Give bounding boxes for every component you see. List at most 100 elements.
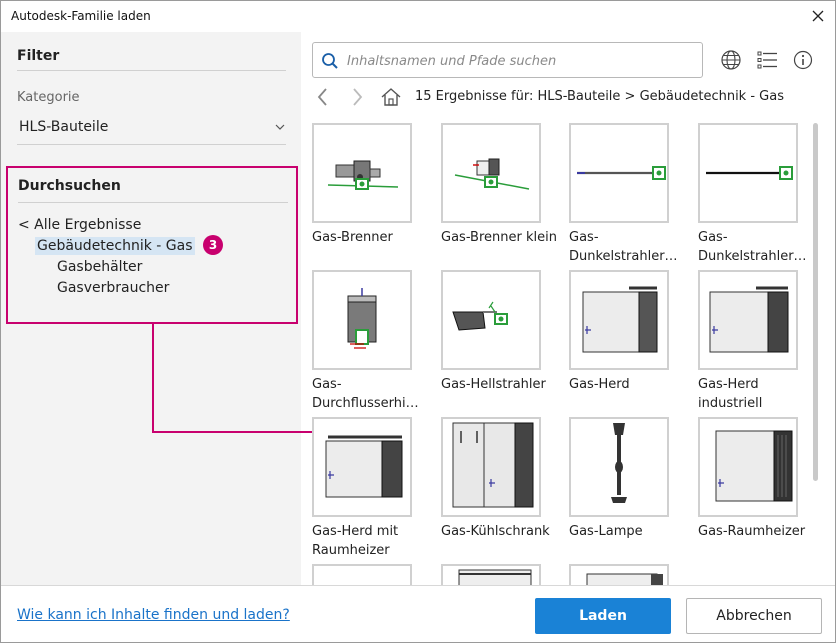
info-button[interactable] (791, 48, 815, 72)
load-button[interactable]: Laden (535, 598, 671, 634)
divider (17, 144, 286, 145)
result-tile[interactable] (569, 564, 689, 585)
result-thumbnail (312, 270, 412, 370)
result-thumbnail (698, 123, 798, 223)
tree-item-gasverbraucher[interactable]: Gasverbraucher (57, 280, 169, 296)
close-icon (812, 10, 824, 22)
chevron-down-icon (275, 124, 285, 130)
result-thumbnail (698, 417, 798, 517)
load-family-dialog: Autodesk-Familie laden Filter Kategorie … (0, 0, 836, 643)
result-thumbnail (441, 270, 541, 370)
help-link[interactable]: Wie kann ich Inhalte finden und laden? (17, 607, 290, 623)
gas-room-heater-icon (715, 430, 793, 502)
result-label: Gas-Dunkelstrahler… (698, 230, 807, 264)
result-label: Gas-Durchflusserhi… (312, 377, 419, 411)
result-label: Gas-Kühlschrank (441, 524, 550, 539)
list-view-icon (757, 51, 777, 69)
cancel-button[interactable]: Abbrechen (686, 598, 822, 634)
dialog-footer: Wie kann ich Inhalte finden und laden? L… (1, 585, 835, 642)
tree-item-gebaeudetechnik-gas[interactable]: Gebäudetechnik - Gas (35, 237, 195, 255)
globe-button[interactable] (719, 48, 743, 72)
result-tile[interactable]: Gas-Kühlschrank (441, 417, 561, 541)
result-thumbnail (441, 564, 541, 585)
info-icon (793, 50, 813, 70)
filter-panel: Filter Kategorie HLS-Bauteile Durchsuche… (1, 32, 301, 585)
result-thumbnail (569, 417, 669, 517)
search-input[interactable] (347, 51, 687, 71)
callout-line (152, 431, 324, 433)
gas-lamp-icon (611, 423, 627, 503)
scrollbar-thumb[interactable] (813, 123, 818, 481)
browse-title: Durchsuchen (18, 178, 121, 194)
gas-light-radiant-icon (452, 301, 508, 331)
result-thumbnail (441, 123, 541, 223)
result-thumbnail (698, 270, 798, 370)
result-label: Gas-Hellstrahler (441, 377, 546, 392)
category-dropdown[interactable]: HLS-Bauteile (17, 116, 288, 140)
result-thumbnail (441, 417, 541, 517)
gas-stove-industrial-icon (709, 286, 789, 353)
tree-item-gasbehaelter[interactable]: Gasbehälter (57, 259, 142, 275)
title-bar: Autodesk-Familie laden (1, 1, 835, 32)
back-button[interactable] (312, 85, 334, 109)
result-thumbnail (569, 564, 669, 585)
result-thumbnail (312, 564, 412, 585)
category-value: HLS-Bauteile (19, 119, 109, 135)
gas-radiant-heater-icon (577, 166, 666, 180)
result-label: Gas-Brenner klein (441, 230, 557, 245)
result-thumbnail (569, 270, 669, 370)
result-tile[interactable]: Gas-Raumheizer (698, 417, 812, 541)
window-title: Autodesk-Familie laden (11, 9, 151, 23)
result-thumbnail (312, 123, 412, 223)
result-label: Gas-Dunkelstrahler… (569, 230, 678, 264)
home-button[interactable] (380, 85, 402, 109)
chevron-right-icon (353, 88, 363, 106)
result-tile[interactable]: Gas-Lampe (569, 417, 689, 541)
gas-stove-with-heater-icon (325, 435, 403, 498)
result-label: Gas-Herd mit Raumheizer (312, 524, 399, 558)
result-label: Gas-Lampe (569, 524, 643, 539)
category-label: Kategorie (17, 90, 80, 105)
result-tile[interactable] (441, 564, 561, 585)
result-tile[interactable]: Gas-Herd industriell (698, 270, 812, 413)
globe-icon (721, 50, 741, 70)
callout-line (152, 324, 154, 432)
gas-radiant-heater-icon (706, 166, 793, 180)
result-tile[interactable] (312, 564, 432, 585)
divider (17, 70, 286, 71)
result-label: Gas-Herd (569, 377, 630, 392)
result-tile[interactable]: Gas-Durchflusserhi… (312, 270, 432, 413)
search-icon (322, 53, 338, 69)
result-label: Gas-Brenner (312, 230, 393, 245)
result-thumbnail (569, 123, 669, 223)
home-icon (381, 88, 401, 106)
close-button[interactable] (805, 4, 831, 28)
result-tile[interactable]: Gas-Hellstrahler (441, 270, 561, 394)
tree-item-all-results[interactable]: < Alle Ergebnisse (18, 217, 141, 233)
gas-water-heater-icon (347, 288, 377, 349)
forward-button[interactable] (346, 85, 368, 109)
results-scrollbar[interactable] (812, 123, 820, 483)
result-label: Gas-Raumheizer (698, 524, 806, 539)
gas-cabinet-icon (458, 569, 532, 585)
gas-burner-small-icon (454, 158, 530, 190)
search-box[interactable] (312, 42, 703, 78)
result-tile[interactable]: Gas-Brenner (312, 123, 432, 247)
gas-appliance-icon (586, 573, 663, 585)
result-tile[interactable]: Gas-Herd mit Raumheizer (312, 417, 432, 560)
navigation-bar: 15 Ergebnisse für: HLS-Bauteile > Gebäud… (312, 85, 822, 109)
result-label: Gas-Herd industriell (698, 377, 763, 411)
result-tile[interactable]: Gas-Brenner klein (441, 123, 561, 247)
breadcrumb: 15 Ergebnisse für: HLS-Bauteile > Gebäud… (415, 89, 784, 104)
gas-burner-icon (327, 160, 399, 190)
results-grid: Gas-Brenner Gas-Brenner klein Gas-Dunkel… (312, 123, 812, 585)
list-view-button[interactable] (755, 48, 779, 72)
result-thumbnail (312, 417, 412, 517)
result-tile[interactable]: Gas-Dunkelstrahler… (569, 123, 689, 266)
divider (18, 202, 288, 203)
result-tile[interactable]: Gas-Dunkelstrahler… (698, 123, 812, 266)
result-tile[interactable]: Gas-Herd (569, 270, 689, 394)
filter-title: Filter (17, 48, 60, 64)
chevron-left-icon (317, 88, 327, 106)
gas-fridge-icon (452, 422, 534, 508)
